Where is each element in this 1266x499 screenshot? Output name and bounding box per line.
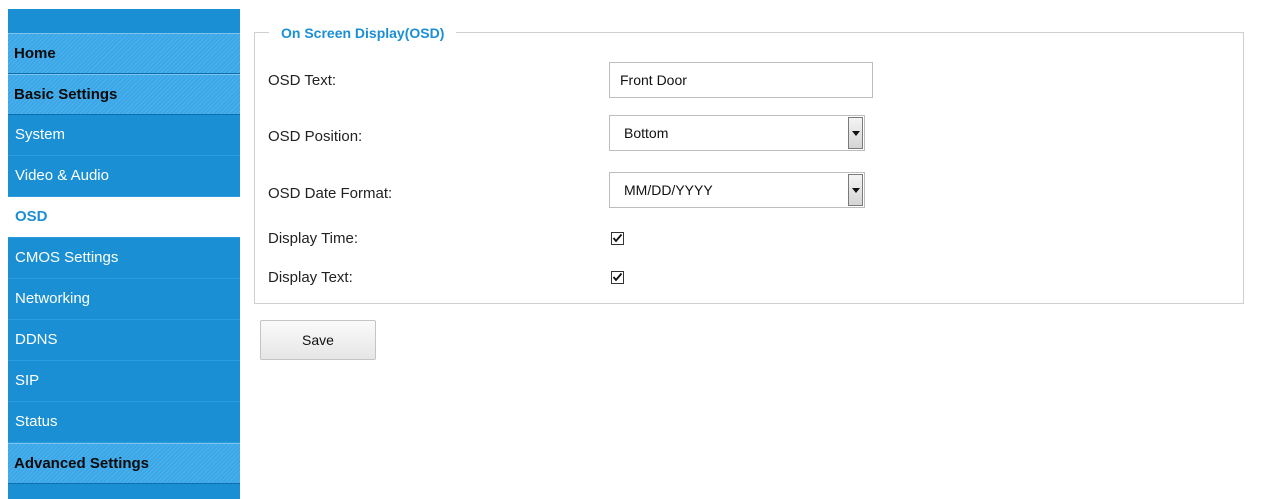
checkmark-icon <box>612 233 623 243</box>
osd-date-format-label: OSD Date Format: <box>268 185 393 202</box>
osd-text-label: OSD Text: <box>268 72 337 89</box>
osd-text-input[interactable] <box>609 62 873 98</box>
sidebar-item-home[interactable]: Home <box>8 33 240 74</box>
chevron-down-icon[interactable] <box>848 117 863 149</box>
sidebar-item-advanced-settings[interactable]: Advanced Settings <box>8 443 240 484</box>
osd-position-value: Bottom <box>624 125 669 141</box>
sidebar-item-networking[interactable]: Networking <box>8 279 240 320</box>
osd-date-format-value: MM/DD/YYYY <box>624 182 713 198</box>
checkmark-icon <box>612 272 623 282</box>
sidebar: Home Basic Settings System Video & Audio… <box>8 9 240 499</box>
display-time-checkbox[interactable] <box>611 232 624 245</box>
sidebar-item-video-audio[interactable]: Video & Audio <box>8 156 240 197</box>
display-time-label: Display Time: <box>268 230 359 247</box>
sidebar-item-basic-settings[interactable]: Basic Settings <box>8 74 240 115</box>
display-text-checkbox[interactable] <box>611 271 624 284</box>
osd-position-label: OSD Position: <box>268 128 363 145</box>
sidebar-item-cmos-settings[interactable]: CMOS Settings <box>8 238 240 279</box>
display-text-label: Display Text: <box>268 269 353 286</box>
sidebar-item-system[interactable]: System <box>8 115 240 156</box>
osd-position-select[interactable]: Bottom <box>609 115 865 151</box>
sidebar-item-ddns[interactable]: DDNS <box>8 320 240 361</box>
sidebar-item-sip[interactable]: SIP <box>8 361 240 402</box>
chevron-down-icon[interactable] <box>848 174 863 206</box>
page: Home Basic Settings System Video & Audio… <box>0 0 1266 499</box>
sidebar-top-strip <box>8 9 240 33</box>
sidebar-item-status[interactable]: Status <box>8 402 240 443</box>
sidebar-item-osd[interactable]: OSD <box>8 197 240 238</box>
osd-legend: On Screen Display(OSD) <box>269 23 457 43</box>
osd-date-format-select[interactable]: MM/DD/YYYY <box>609 172 865 208</box>
save-button[interactable]: Save <box>260 320 376 360</box>
